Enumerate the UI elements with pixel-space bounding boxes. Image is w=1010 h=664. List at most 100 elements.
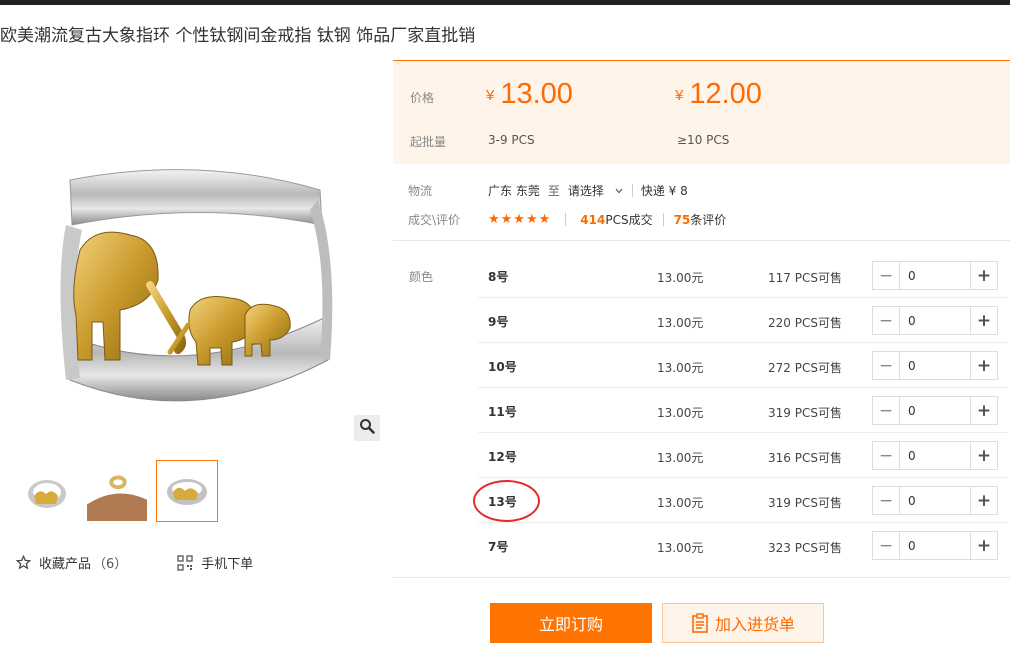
thumbnail-3-selected[interactable] xyxy=(156,460,218,522)
mobile-order-button[interactable]: 手机下单 xyxy=(177,553,253,572)
sku-name: 10号 xyxy=(488,360,517,374)
divider xyxy=(565,213,567,226)
reviews-label: 成交\评价 xyxy=(408,213,461,227)
sku-stock: 323 PCS可售 xyxy=(768,541,842,555)
quantity-stepper: − + xyxy=(872,486,998,515)
increment-button[interactable]: + xyxy=(970,397,997,424)
sku-name: 7号 xyxy=(488,540,509,554)
decrement-button[interactable]: − xyxy=(873,532,900,559)
quantity-stepper: − + xyxy=(872,261,998,290)
decrement-button[interactable]: − xyxy=(873,397,900,424)
qrcode-icon xyxy=(177,554,193,571)
increment-button[interactable]: + xyxy=(970,262,997,289)
quantity-stepper: − + xyxy=(872,441,998,470)
sku-price: 13.00元 xyxy=(657,406,704,420)
main-product-image[interactable] xyxy=(0,60,385,445)
sku-row: 12号 13.00元 316 PCS可售 − + xyxy=(478,433,1008,478)
decrement-button[interactable]: − xyxy=(873,352,900,379)
sku-price: 13.00元 xyxy=(657,316,704,330)
sku-stock: 117 PCS可售 xyxy=(768,271,842,285)
sku-name: 9号 xyxy=(488,315,509,329)
destination-select[interactable]: 请选择 xyxy=(568,182,624,199)
sku-stock: 272 PCS可售 xyxy=(768,361,842,375)
sku-row: 13号 13.00元 319 PCS可售 − + xyxy=(478,478,1008,523)
shipping-cost: 快递 ¥ 8 xyxy=(640,184,688,198)
decrement-button[interactable]: − xyxy=(873,262,900,289)
section-divider xyxy=(393,577,1010,578)
reviews-row: 成交\评价 ★★★★★ 414 PCS成交 75 条评价 xyxy=(408,211,726,228)
left-actions: 收藏产品 （6） 手机下单 xyxy=(16,553,253,572)
section-divider xyxy=(393,240,1010,241)
quantity-input[interactable] xyxy=(900,352,970,379)
rating-stars-icon: ★★★★★ xyxy=(488,212,552,227)
decrement-button[interactable]: − xyxy=(873,442,900,469)
sku-row: 9号 13.00元 220 PCS可售 − + xyxy=(478,298,1008,343)
logistics-label: 物流 xyxy=(408,184,433,198)
sku-price: 13.00元 xyxy=(657,271,704,285)
quantity-stepper: − + xyxy=(872,396,998,425)
ship-from: 广东 东莞 xyxy=(488,184,540,198)
magnifier-icon xyxy=(359,418,375,438)
increment-button[interactable]: + xyxy=(970,532,997,559)
star-outline-icon xyxy=(16,555,31,570)
tier-1-qty: 3-9 PCS xyxy=(488,133,535,147)
sku-stock: 220 PCS可售 xyxy=(768,316,842,330)
quantity-input[interactable] xyxy=(900,487,970,514)
chevron-down-icon xyxy=(614,186,624,196)
sku-row: 8号 13.00元 117 PCS可售 − + xyxy=(478,253,1008,298)
increment-button[interactable]: + xyxy=(970,487,997,514)
sku-row: 10号 13.00元 272 PCS可售 − + xyxy=(478,343,1008,388)
quantity-input[interactable] xyxy=(900,397,970,424)
quantity-input[interactable] xyxy=(900,442,970,469)
favorite-label: 收藏产品 xyxy=(39,557,92,572)
price-label: 价格 xyxy=(410,91,435,105)
increment-button[interactable]: + xyxy=(970,442,997,469)
add-to-cart-button[interactable]: 加入进货单 xyxy=(662,603,824,643)
review-count[interactable]: 75 xyxy=(674,213,691,227)
sku-price: 13.00元 xyxy=(657,496,704,510)
decrement-button[interactable]: − xyxy=(873,487,900,514)
currency-symbol: ¥ xyxy=(486,87,495,104)
clipboard-icon xyxy=(691,613,709,633)
thumbnail-1[interactable] xyxy=(16,460,78,522)
thumbnail-2[interactable] xyxy=(86,460,148,522)
sku-table: 8号 13.00元 117 PCS可售 − + 9号 13.00元 220 PC… xyxy=(478,253,1008,568)
decrement-button[interactable]: − xyxy=(873,307,900,334)
add-to-cart-label: 加入进货单 xyxy=(714,615,795,634)
sku-stock: 316 PCS可售 xyxy=(768,451,842,465)
sku-price: 13.00元 xyxy=(657,541,704,555)
favorite-product-button[interactable]: 收藏产品 （6） xyxy=(16,553,127,572)
order-now-button[interactable]: 立即订购 xyxy=(490,603,652,643)
sku-name: 12号 xyxy=(488,450,517,464)
tier-2-qty: ≥10 PCS xyxy=(677,133,730,147)
logistics-row: 物流 广东 东莞 至 请选择 快递 ¥ 8 xyxy=(408,182,688,199)
sku-stock: 319 PCS可售 xyxy=(768,496,842,510)
increment-button[interactable]: + xyxy=(970,307,997,334)
sku-name: 13号 xyxy=(488,495,517,509)
increment-button[interactable]: + xyxy=(970,352,997,379)
mobile-order-label: 手机下单 xyxy=(201,557,254,572)
divider xyxy=(631,184,633,197)
price-panel: 价格 起批量 ¥13.00 ¥12.00 3-9 PCS ≥10 PCS xyxy=(393,60,1010,164)
top-bar xyxy=(0,0,1010,5)
tier-2-price-value: 12.00 xyxy=(689,78,762,110)
sold-count[interactable]: 414 xyxy=(580,213,605,227)
quantity-input[interactable] xyxy=(900,307,970,334)
quantity-stepper: − + xyxy=(872,306,998,335)
quantity-stepper: − + xyxy=(872,531,998,560)
moq-label: 起批量 xyxy=(410,135,447,149)
tier-1-price-value: 13.00 xyxy=(500,78,573,110)
quantity-input[interactable] xyxy=(900,262,970,289)
favorite-count: （6） xyxy=(93,557,128,572)
product-title: 欧美潮流复古大象指环 个性钛钢间金戒指 钛钢 饰品厂家直批销 xyxy=(0,26,476,46)
review-suffix: 条评价 xyxy=(690,213,727,227)
zoom-button[interactable] xyxy=(354,415,380,441)
tier-2-price: ¥12.00 xyxy=(675,78,762,111)
destination-placeholder: 请选择 xyxy=(567,184,604,198)
to-word: 至 xyxy=(547,184,560,198)
ring-image xyxy=(60,169,333,402)
sku-price: 13.00元 xyxy=(657,361,704,375)
currency-symbol: ¥ xyxy=(675,87,684,104)
quantity-input[interactable] xyxy=(900,532,970,559)
thumbnail-strip xyxy=(16,460,218,522)
